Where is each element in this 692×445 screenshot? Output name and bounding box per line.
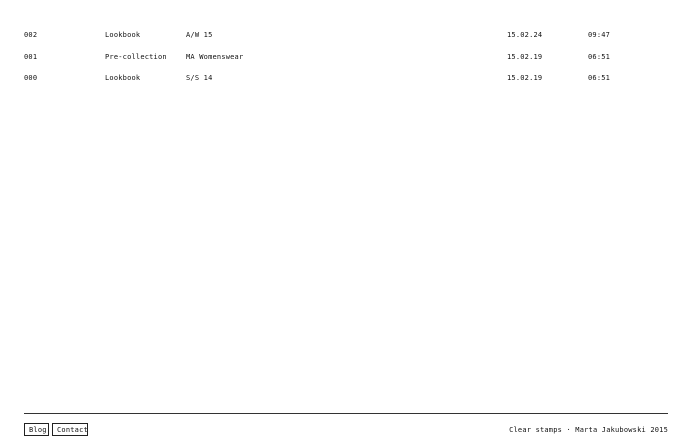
entry-type: Pre-collection <box>105 53 167 61</box>
entry-type: Lookbook <box>105 74 141 82</box>
footer-credits: Clear stamps · Marta Jakubowski 2015 <box>509 426 668 434</box>
footer-divider <box>24 413 668 414</box>
entry-title: MA Womenswear <box>186 53 244 61</box>
entry-type: Lookbook <box>105 31 141 39</box>
entry-number: 002 <box>24 31 38 39</box>
list-item[interactable]: 000 Lookbook S/S 14 15.02.19 06:51 <box>0 71 692 85</box>
entry-time: 06:51 <box>588 74 611 82</box>
entry-date: 15.02.19 <box>507 53 543 61</box>
entry-time: 09:47 <box>588 31 611 39</box>
entry-time: 06:51 <box>588 53 611 61</box>
contact-button[interactable]: Contact <box>52 423 88 436</box>
list-item[interactable]: 002 Lookbook A/W 15 15.02.24 09:47 <box>0 28 692 42</box>
entry-title: A/W 15 <box>186 31 213 39</box>
entry-date: 15.02.19 <box>507 74 543 82</box>
entry-title: S/S 14 <box>186 74 213 82</box>
entry-number: 000 <box>24 74 38 82</box>
list-item[interactable]: 001 Pre-collection MA Womenswear 15.02.1… <box>0 50 692 64</box>
entry-number: 001 <box>24 53 38 61</box>
blog-button[interactable]: Blog <box>24 423 49 436</box>
entry-date: 15.02.24 <box>507 31 543 39</box>
